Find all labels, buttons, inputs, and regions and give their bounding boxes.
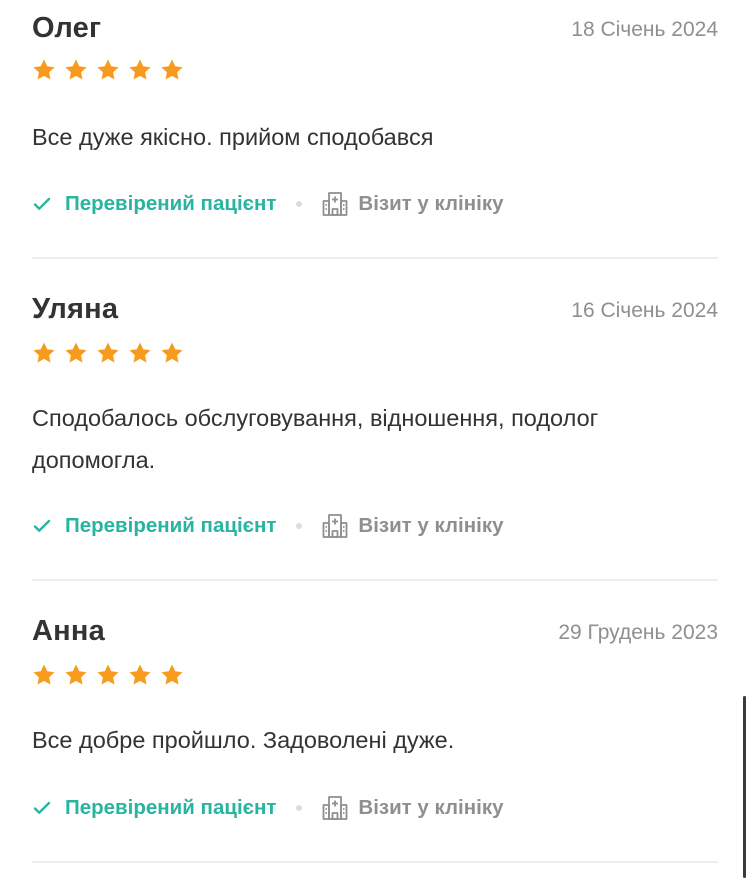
review-header: Уляна 16 Січень 2024: [32, 293, 718, 333]
visit-type-label: Візит у клініку: [358, 514, 504, 537]
review-card: Уляна 16 Січень 2024 Сподобалось обслуго…: [32, 259, 718, 581]
star-icon: [32, 58, 56, 82]
review-header: Олег 18 Січень 2024: [32, 12, 718, 52]
star-icon: [160, 663, 184, 687]
star-icon: [32, 663, 56, 687]
check-icon: [32, 516, 52, 536]
review-meta: Перевірений пацієнт Візит у клініку: [32, 510, 503, 542]
star-icon: [160, 58, 184, 82]
check-icon: [32, 798, 52, 818]
verified-patient-label: Перевірений пацієнт: [65, 796, 277, 819]
star-rating: [32, 58, 184, 86]
review-card: Анна 29 Грудень 2023 Все добре пройшло. …: [32, 581, 718, 863]
verified-patient-label: Перевірений пацієнт: [65, 514, 277, 537]
visit-type-label: Візит у клініку: [358, 796, 504, 819]
clinic-building-icon: [321, 190, 349, 218]
separator-dot: [296, 201, 303, 207]
star-icon: [96, 663, 120, 687]
review-card: Олег 18 Січень 2024 Все дуже якісно. при…: [32, 0, 718, 259]
star-icon: [160, 341, 184, 365]
star-icon: [128, 341, 152, 365]
review-text: Все дуже якісно. прийом сподобався: [32, 124, 434, 150]
separator-dot: [296, 523, 303, 529]
star-icon: [128, 58, 152, 82]
star-icon: [96, 58, 120, 82]
clinic-building-icon: [321, 794, 349, 822]
check-icon: [32, 194, 52, 214]
verified-patient-label: Перевірений пацієнт: [65, 192, 277, 215]
star-icon: [64, 58, 88, 82]
star-icon: [128, 663, 152, 687]
review-text: Сподобалось обслуговування, відношення, …: [32, 405, 599, 473]
reviewer-name: Олег: [32, 12, 102, 44]
star-icon: [96, 341, 120, 365]
star-icon: [64, 341, 88, 365]
review-date: 18 Січень 2024: [571, 18, 718, 41]
star-icon: [32, 341, 56, 365]
separator-dot: [296, 805, 303, 811]
reviewer-name: Анна: [32, 615, 105, 647]
review-meta: Перевірений пацієнт Візит у клініку: [32, 188, 503, 220]
clinic-building-icon: [321, 512, 349, 540]
review-date: 29 Грудень 2023: [558, 621, 718, 644]
star-icon: [64, 663, 88, 687]
reviews-page: Олег 18 Січень 2024 Все дуже якісно. при…: [0, 0, 750, 878]
review-text: Все добре пройшло. Задоволені дуже.: [32, 727, 455, 753]
review-date: 16 Січень 2024: [571, 299, 718, 322]
star-rating: [32, 341, 184, 369]
scrollbar[interactable]: [743, 696, 746, 878]
reviewer-name: Уляна: [32, 293, 119, 325]
review-meta: Перевірений пацієнт Візит у клініку: [32, 792, 503, 824]
review-header: Анна 29 Грудень 2023: [32, 615, 718, 655]
star-rating: [32, 663, 184, 691]
visit-type-label: Візит у клініку: [358, 192, 504, 215]
